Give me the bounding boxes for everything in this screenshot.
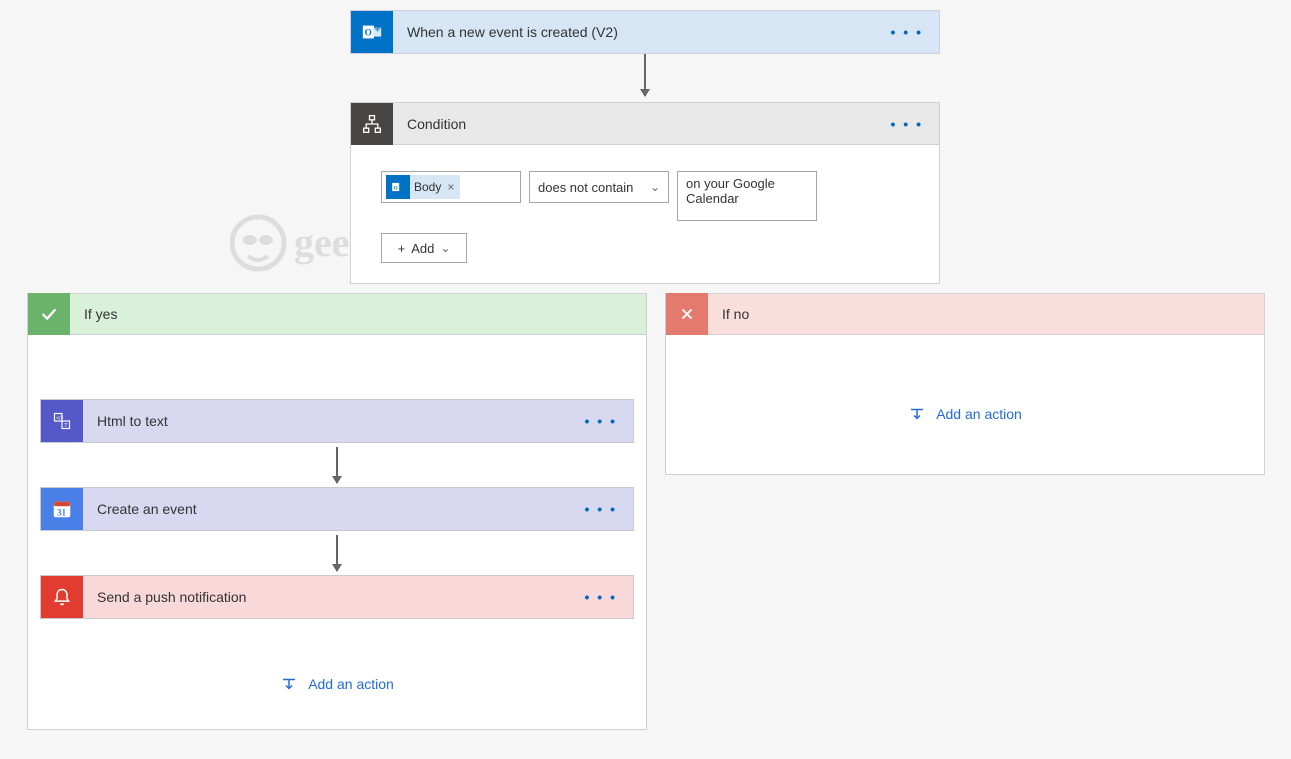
svg-text:O: O: [365, 28, 372, 38]
add-action-label: Add an action: [936, 406, 1022, 422]
add-action-button[interactable]: Add an action: [280, 675, 394, 693]
action-create-event[interactable]: 31 Create an event • • •: [40, 487, 634, 531]
condition-left-operand[interactable]: O Body ×: [381, 171, 521, 203]
action-html-to-text[interactable]: </> T Html to text • • •: [40, 399, 634, 443]
condition-card[interactable]: Condition • • • O Body × does not contai…: [350, 102, 940, 284]
condition-operator-select[interactable]: does not contain ⌄: [529, 171, 669, 203]
chevron-down-icon: ⌄: [650, 180, 660, 194]
action-title: Create an event: [83, 501, 579, 517]
if-yes-title: If yes: [70, 306, 636, 322]
more-menu-icon[interactable]: • • •: [579, 585, 623, 609]
add-condition-button[interactable]: + Add ⌄: [381, 233, 467, 263]
svg-text:T: T: [64, 423, 68, 429]
notification-bell-icon: [41, 576, 83, 618]
remove-token-icon[interactable]: ×: [447, 180, 454, 194]
plus-icon: +: [398, 241, 406, 256]
operator-label: does not contain: [538, 180, 633, 195]
trigger-title: When a new event is created (V2): [393, 24, 885, 40]
more-menu-icon[interactable]: • • •: [885, 112, 929, 136]
add-action-label: Add an action: [308, 676, 394, 692]
x-icon: [666, 293, 708, 335]
token-label: Body: [414, 180, 441, 194]
action-title: Html to text: [83, 413, 579, 429]
chevron-down-icon: ⌄: [440, 241, 450, 255]
outlook-icon: O: [351, 11, 393, 53]
trigger-card[interactable]: O When a new event is created (V2) • • •: [350, 10, 940, 54]
condition-icon: [351, 103, 393, 145]
more-menu-icon[interactable]: • • •: [885, 20, 929, 44]
condition-title: Condition: [393, 116, 885, 132]
google-calendar-icon: 31: [41, 488, 83, 530]
action-push-notification[interactable]: Send a push notification • • •: [40, 575, 634, 619]
condition-value-input[interactable]: on your Google Calendar: [677, 171, 817, 221]
body-token[interactable]: O Body ×: [386, 175, 460, 199]
check-icon: [28, 293, 70, 335]
svg-text:O: O: [394, 185, 398, 191]
add-label: Add: [411, 241, 434, 256]
more-menu-icon[interactable]: • • •: [579, 497, 623, 521]
action-title: Send a push notification: [83, 589, 579, 605]
if-no-branch: If no Add an action: [665, 293, 1265, 475]
connector-arrow: [336, 535, 338, 571]
add-action-button[interactable]: Add an action: [908, 405, 1022, 423]
if-yes-branch: If yes </> T Html to text • • •: [27, 293, 647, 730]
if-no-title: If no: [708, 306, 1254, 322]
insert-step-icon: [908, 405, 926, 423]
connector-arrow: [336, 447, 338, 483]
svg-text:31: 31: [57, 507, 67, 517]
insert-step-icon: [280, 675, 298, 693]
html-to-text-icon: </> T: [41, 400, 83, 442]
connector-arrow: [644, 54, 646, 96]
more-menu-icon[interactable]: • • •: [579, 409, 623, 433]
outlook-icon: O: [386, 175, 410, 199]
